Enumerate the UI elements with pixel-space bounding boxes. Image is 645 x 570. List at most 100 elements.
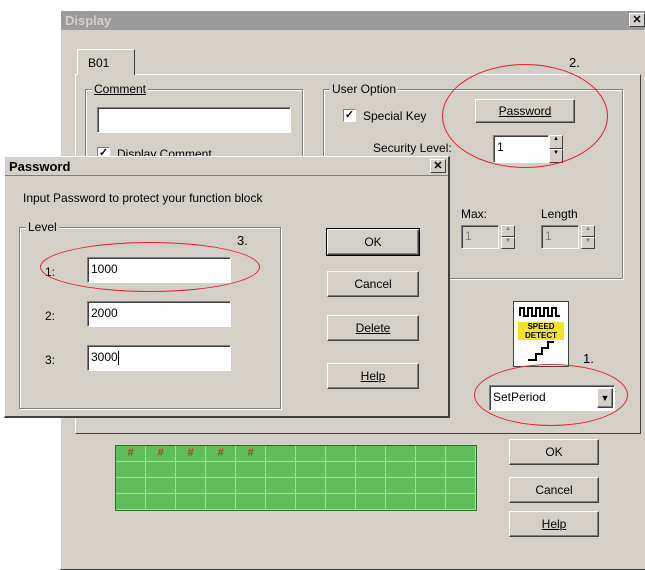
mode-select-value: SetPeriod	[493, 390, 546, 404]
display-cancel-label: Cancel	[535, 483, 573, 497]
password-title: Password	[9, 158, 71, 174]
length-label: Length	[541, 207, 578, 221]
grid-cell	[326, 446, 356, 462]
grid-cell: #	[116, 446, 146, 462]
annotation-1: 1.	[583, 351, 594, 366]
password-prompt: Input Password to protect your function …	[23, 191, 263, 205]
grid-cell	[206, 478, 236, 494]
password-button-label: Password	[498, 104, 552, 118]
speed-detect-icon: SPEED DETECT	[513, 301, 569, 367]
annotation-2: 2.	[569, 55, 580, 70]
length-spinner[interactable]: ▲ ▼	[581, 225, 595, 249]
grid-cell	[446, 446, 476, 462]
display-titlebar: Display ✕	[61, 11, 645, 30]
password-cancel-button[interactable]: Cancel	[327, 271, 419, 297]
grid-cell	[176, 478, 206, 494]
grid-cell	[356, 446, 386, 462]
max-input[interactable]: 1	[461, 225, 499, 249]
grid-cell	[176, 462, 206, 478]
password-close-icon[interactable]: ✕	[430, 159, 446, 173]
level-legend: Level	[26, 220, 59, 234]
password-button[interactable]: Password	[475, 99, 575, 123]
password-delete-label: Delete	[355, 321, 391, 335]
display-title: Display	[65, 13, 112, 28]
grid-cell	[386, 462, 416, 478]
grid-cell	[266, 446, 296, 462]
icon-text-speed: SPEED	[527, 322, 555, 331]
level-3-label: 3:	[45, 353, 56, 367]
grid-cell	[296, 494, 326, 510]
grid-cell	[266, 478, 296, 494]
grid-cell	[146, 462, 176, 478]
password-ok-label: OK	[364, 235, 382, 249]
grid-cell	[206, 494, 236, 510]
level-2-label: 2:	[45, 309, 56, 323]
grid-cell: #	[236, 446, 266, 462]
grid-cell	[356, 478, 386, 494]
grid-cell	[416, 462, 446, 478]
display-ok-label: OK	[545, 445, 563, 459]
length-input[interactable]: 1	[541, 225, 579, 249]
grid-cell	[446, 494, 476, 510]
tab-b01-label: B01	[88, 56, 110, 70]
password-ok-button[interactable]: OK	[326, 228, 420, 256]
grid-cell	[446, 462, 476, 478]
comment-legend: Comment	[92, 82, 149, 96]
level-3-value: 3000	[91, 350, 118, 364]
level-1-label: 1:	[45, 265, 56, 279]
grid-cell	[236, 462, 266, 478]
display-close-icon[interactable]: ✕	[629, 13, 645, 27]
grid-cell	[326, 478, 356, 494]
grid-cell	[266, 494, 296, 510]
grid-cell	[416, 446, 446, 462]
grid-cell	[206, 462, 236, 478]
display-help-label: Help	[541, 517, 567, 531]
password-delete-button[interactable]: Delete	[327, 315, 419, 341]
annotation-3: 3.	[237, 233, 248, 248]
grid-cell	[356, 494, 386, 510]
grid-cell	[116, 462, 146, 478]
grid-cell	[236, 494, 266, 510]
grid-cell	[296, 446, 326, 462]
grid-cell	[386, 478, 416, 494]
display-help-button[interactable]: Help	[509, 511, 599, 537]
level-3-input[interactable]: 3000	[87, 345, 231, 371]
level-1-input[interactable]: 1000	[87, 257, 231, 283]
password-help-button[interactable]: Help	[327, 363, 419, 389]
grid-cell	[326, 494, 356, 510]
display-cancel-button[interactable]: Cancel	[509, 477, 599, 503]
user-option-legend: User Option	[330, 82, 399, 96]
grid-cell	[356, 462, 386, 478]
max-spinner[interactable]: ▲ ▼	[501, 225, 515, 249]
password-cancel-label: Cancel	[354, 277, 392, 291]
display-ok-button[interactable]: OK	[509, 439, 599, 465]
special-key-checkbox[interactable]: ✓	[343, 109, 356, 122]
grid-cell	[446, 478, 476, 494]
grid-cell	[386, 494, 416, 510]
password-titlebar: Password ✕	[5, 157, 448, 176]
grid-cell: #	[206, 446, 236, 462]
icon-text-detect: DETECT	[525, 331, 557, 340]
grid-cell	[296, 462, 326, 478]
grid-cell	[296, 478, 326, 494]
text-cursor	[117, 350, 119, 365]
grid-cell	[386, 446, 416, 462]
display-grid: # # # # #	[115, 445, 477, 511]
security-level-spinner[interactable]: ▲ ▼	[549, 135, 563, 163]
grid-cell	[176, 494, 206, 510]
password-dialog: Password ✕ Input Password to protect you…	[4, 156, 450, 418]
mode-select-dropdown-icon[interactable]: ▼	[597, 388, 613, 408]
grid-cell	[116, 494, 146, 510]
grid-cell	[416, 494, 446, 510]
grid-cell	[416, 478, 446, 494]
comment-input[interactable]	[97, 107, 291, 133]
speed-detect-text: SPEED DETECT	[514, 322, 568, 340]
grid-cell	[326, 462, 356, 478]
special-key-label: Special Key	[363, 109, 427, 123]
tab-b01[interactable]: B01	[77, 49, 135, 75]
grid-cell	[116, 478, 146, 494]
security-level-input[interactable]: 1	[493, 135, 549, 163]
level-2-input[interactable]: 2000	[87, 301, 231, 327]
grid-cell	[236, 478, 266, 494]
grid-cell: #	[176, 446, 206, 462]
